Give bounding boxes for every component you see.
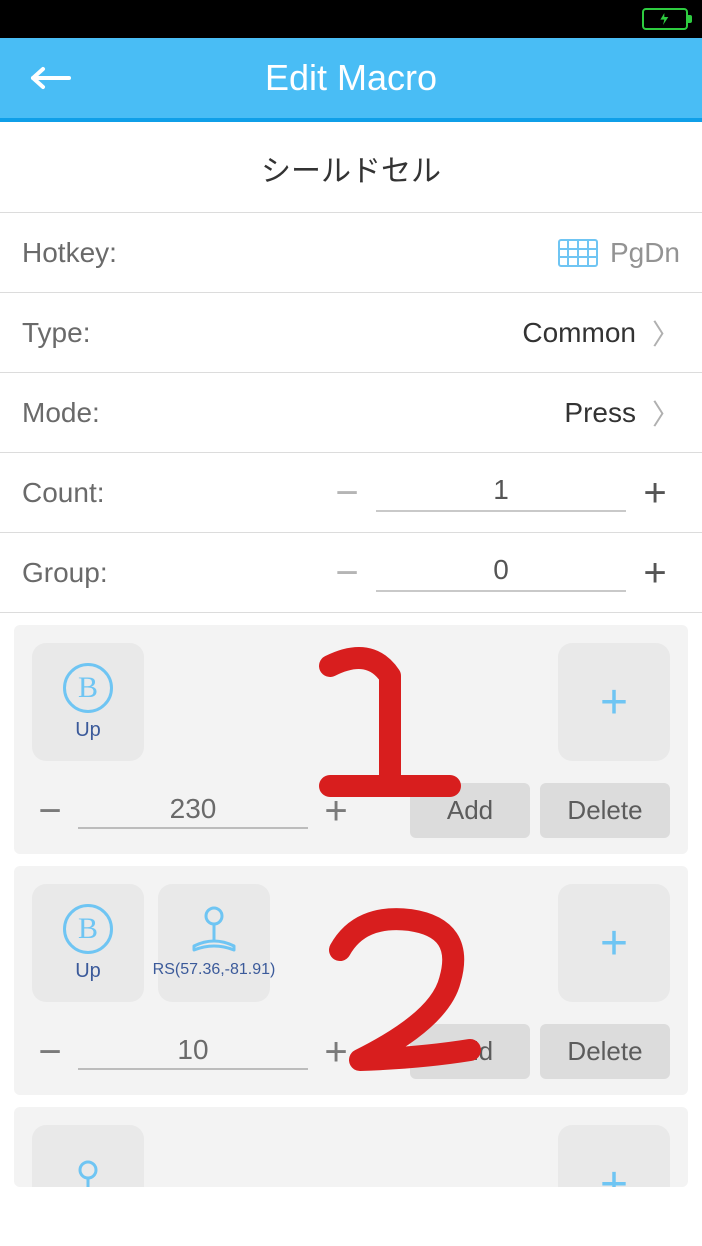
action-tile-rs[interactable]: RS(57.36,-81.91) bbox=[158, 884, 270, 1002]
action-label: Up bbox=[75, 719, 101, 742]
b-button-icon: B bbox=[63, 663, 113, 713]
step-card: B Up + − 230 + Add Delete bbox=[14, 625, 688, 854]
keyboard-icon bbox=[558, 238, 598, 268]
delay-value[interactable]: 10 bbox=[78, 1034, 308, 1070]
add-step-button[interactable]: Add bbox=[410, 783, 530, 838]
add-action-button[interactable]: + bbox=[558, 643, 670, 761]
app-header: Edit Macro bbox=[0, 38, 702, 122]
add-action-button[interactable]: + bbox=[558, 1125, 670, 1187]
action-label: RS(57.36,-81.91) bbox=[149, 960, 280, 979]
b-button-icon: B bbox=[63, 904, 113, 954]
status-bar bbox=[0, 0, 702, 38]
hotkey-value: PgDn bbox=[610, 237, 680, 269]
plus-icon: + bbox=[600, 916, 628, 971]
type-row[interactable]: Type: Common 〉 bbox=[0, 292, 702, 372]
count-value[interactable]: 1 bbox=[376, 474, 626, 512]
mode-row[interactable]: Mode: Press 〉 bbox=[0, 372, 702, 452]
delete-step-button[interactable]: Delete bbox=[540, 1024, 670, 1079]
joystick-icon bbox=[60, 1160, 116, 1187]
add-step-button[interactable]: Add bbox=[410, 1024, 530, 1079]
delay-minus-button[interactable]: − bbox=[32, 1032, 68, 1072]
count-row: Count: − 1 + bbox=[0, 452, 702, 532]
count-minus-button[interactable]: − bbox=[322, 473, 372, 513]
group-plus-button[interactable]: + bbox=[630, 553, 680, 593]
steps-list: B Up + − 230 + Add Delete B Up bbox=[0, 612, 702, 1187]
mode-value: Press bbox=[564, 397, 636, 429]
add-action-button[interactable]: + bbox=[558, 884, 670, 1002]
type-label: Type: bbox=[22, 317, 90, 349]
delay-value[interactable]: 230 bbox=[78, 793, 308, 829]
page-title: Edit Macro bbox=[0, 57, 702, 99]
action-tile-b-up[interactable]: B Up bbox=[32, 884, 144, 1002]
joystick-icon bbox=[186, 906, 242, 954]
group-label: Group: bbox=[22, 557, 108, 589]
group-row: Group: − 0 + bbox=[0, 532, 702, 612]
delay-minus-button[interactable]: − bbox=[32, 791, 68, 831]
hotkey-row[interactable]: Hotkey: PgDn bbox=[0, 212, 702, 292]
delay-plus-button[interactable]: + bbox=[318, 791, 354, 831]
mode-label: Mode: bbox=[22, 397, 100, 429]
count-plus-button[interactable]: + bbox=[630, 473, 680, 513]
chevron-right-icon: 〉 bbox=[652, 313, 680, 353]
plus-icon: + bbox=[600, 1157, 628, 1188]
hotkey-label: Hotkey: bbox=[22, 237, 117, 269]
step-card: + bbox=[14, 1107, 688, 1187]
group-value[interactable]: 0 bbox=[376, 554, 626, 592]
delete-step-button[interactable]: Delete bbox=[540, 783, 670, 838]
plus-icon: + bbox=[600, 675, 628, 730]
arrow-left-icon bbox=[29, 66, 73, 90]
action-tile-rs[interactable] bbox=[32, 1125, 144, 1187]
back-button[interactable] bbox=[26, 53, 76, 103]
macro-name[interactable]: シールドセル bbox=[0, 122, 702, 212]
chevron-right-icon: 〉 bbox=[652, 393, 680, 433]
action-label: Up bbox=[75, 960, 101, 983]
count-label: Count: bbox=[22, 477, 105, 509]
step-card: B Up RS(57.36,-81.91) + − 10 + Add Delet… bbox=[14, 866, 688, 1095]
battery-charging-icon bbox=[642, 8, 688, 30]
group-minus-button[interactable]: − bbox=[322, 553, 372, 593]
delay-plus-button[interactable]: + bbox=[318, 1032, 354, 1072]
action-tile-b-up[interactable]: B Up bbox=[32, 643, 144, 761]
type-value: Common bbox=[522, 317, 636, 349]
